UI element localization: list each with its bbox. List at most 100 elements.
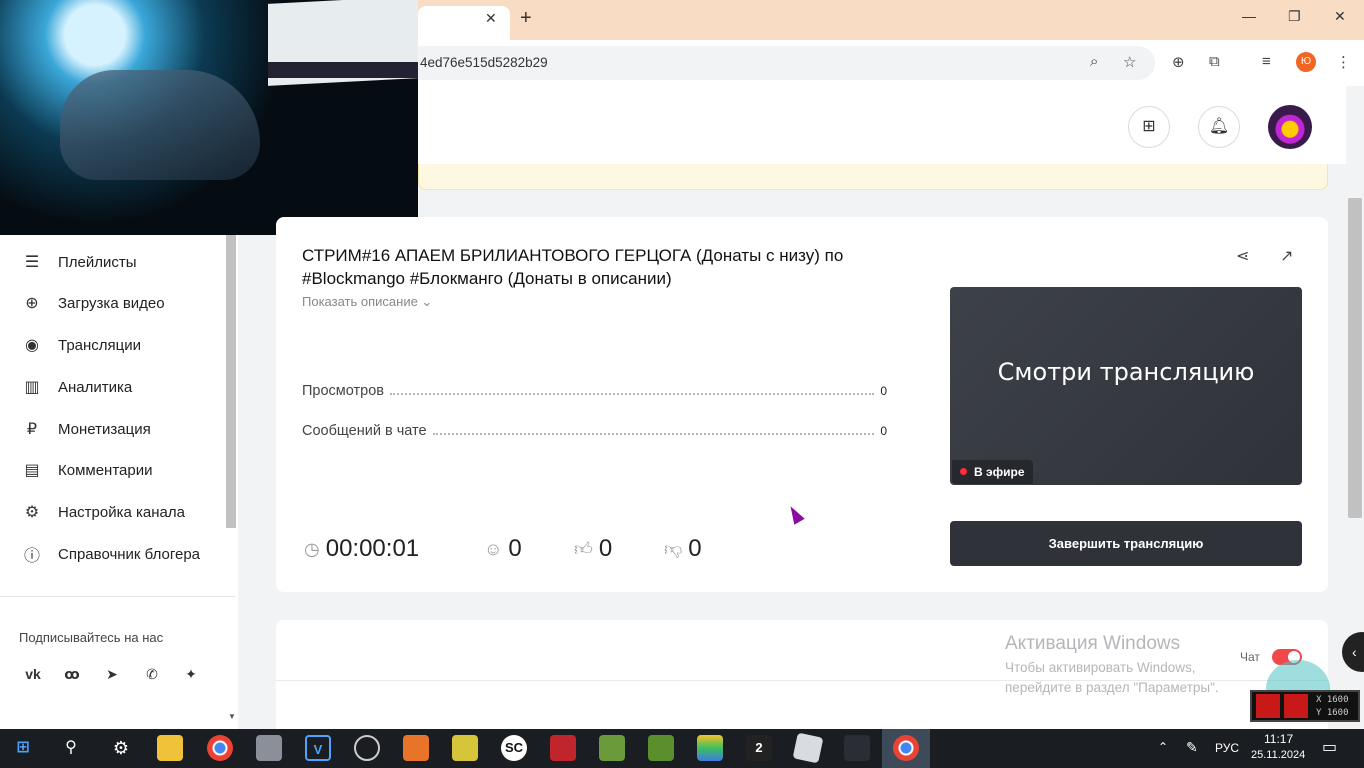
sidebar-item[interactable]: ▤ Комментарии bbox=[20, 458, 152, 482]
search-icon[interactable]: ⚲ bbox=[58, 735, 84, 761]
end-stream-button[interactable]: Завершить трансляцию bbox=[950, 521, 1302, 566]
extensions-icon[interactable]: ⧉ bbox=[1209, 53, 1220, 70]
thumbs-up-icon: 👍︎ bbox=[574, 539, 593, 559]
chat-toggle-label: Чат bbox=[1240, 650, 1260, 664]
coord-y: Y 1600 bbox=[1316, 708, 1349, 718]
chrome-icon[interactable] bbox=[207, 735, 233, 761]
minecraft-launcher-icon[interactable] bbox=[648, 735, 674, 761]
app-cube-icon[interactable] bbox=[550, 735, 576, 761]
list-icon: ☰ bbox=[24, 254, 40, 271]
webcam-hand bbox=[60, 70, 260, 180]
webcam-overlay bbox=[0, 0, 418, 235]
show-description-link[interactable]: Показать описание ⌄ bbox=[302, 294, 432, 310]
notifications-button[interactable]: 🔔︎ bbox=[1198, 106, 1240, 148]
viber-icon[interactable]: ✆ bbox=[143, 666, 161, 683]
sidebar-item-label: Справочник блогера bbox=[58, 545, 201, 563]
stat-value: 0 bbox=[880, 384, 887, 398]
zoom-icon[interactable]: ⌕ bbox=[1090, 53, 1098, 70]
translate-icon[interactable]: ⊕ bbox=[1172, 53, 1185, 71]
minecraft-icon[interactable] bbox=[599, 735, 625, 761]
sidebar-item[interactable]: ▥ Аналитика bbox=[20, 375, 132, 399]
restore-icon[interactable]: ❐ bbox=[1288, 8, 1301, 25]
settings-icon[interactable]: ⚙ bbox=[108, 735, 134, 761]
chevron-left-icon: ‹ bbox=[1352, 644, 1357, 660]
dislikes-value: 0 bbox=[688, 535, 702, 562]
bookmark-star-icon[interactable]: ☆ bbox=[1123, 53, 1136, 71]
chrome-active-icon[interactable] bbox=[893, 735, 919, 761]
clock-date[interactable]: 25.11.2024 bbox=[1251, 749, 1305, 761]
stat-label: Сообщений в чате bbox=[302, 423, 427, 439]
menu-kebab-icon[interactable]: ⋮ bbox=[1336, 53, 1351, 71]
overlay-logo-icon bbox=[1284, 694, 1308, 718]
sidebar-item[interactable]: ⓘ Справочник блогера bbox=[20, 542, 200, 566]
sidebar-item[interactable]: ⊕ Загрузка видео bbox=[20, 291, 165, 315]
window-close-icon[interactable]: ✕ bbox=[1334, 8, 1346, 25]
profile-icon[interactable]: Ю bbox=[1296, 52, 1316, 72]
comment-icon: ▤ bbox=[24, 462, 40, 479]
plus-square-icon: ⊞ bbox=[1142, 118, 1156, 135]
open-external-icon[interactable]: ↗ bbox=[1280, 246, 1293, 266]
sidebar-item[interactable]: ◉ Трансляции bbox=[20, 333, 141, 357]
start-icon[interactable]: ⊞ bbox=[10, 735, 36, 761]
zen-icon[interactable]: ✦ bbox=[182, 666, 200, 683]
stream-preview[interactable]: Смотри трансляцию bbox=[950, 287, 1302, 485]
thumbs-down-icon: 👎︎ bbox=[664, 539, 683, 559]
preview-text: Смотри трансляцию bbox=[997, 358, 1255, 386]
page-scrollbar[interactable] bbox=[1348, 198, 1362, 518]
user-icon: ☺ bbox=[484, 538, 503, 559]
sidebar-item-label: Загрузка видео bbox=[58, 294, 165, 312]
broadcast-icon: ◉ bbox=[25, 337, 39, 354]
tab-close-icon[interactable]: ✕ bbox=[485, 10, 497, 27]
odnoklassniki-icon[interactable]: ꝏ bbox=[63, 666, 81, 683]
app-v-icon[interactable]: V bbox=[305, 735, 331, 761]
clock-icon: ◷ bbox=[304, 538, 320, 559]
telegram-icon[interactable]: ➤ bbox=[103, 666, 121, 683]
tray-chevron-icon[interactable]: ⌃ bbox=[1158, 740, 1168, 754]
scroll-down-icon[interactable]: ▼ bbox=[228, 712, 236, 721]
clock-time[interactable]: 11:17 bbox=[1264, 732, 1293, 746]
ruble-icon: ₽ bbox=[26, 421, 38, 438]
language-indicator[interactable]: РУС bbox=[1215, 741, 1239, 755]
calculator-icon[interactable] bbox=[256, 735, 282, 761]
live-dot-icon bbox=[960, 468, 967, 475]
notifications-icon[interactable]: ▭ bbox=[1322, 737, 1337, 757]
likes-value: 0 bbox=[598, 535, 613, 562]
duration-metric: ◷ 00:00:01 bbox=[304, 535, 419, 563]
vk-icon[interactable]: vk bbox=[24, 666, 42, 682]
sidebar-item-label: Аналитика bbox=[58, 378, 133, 396]
stat-value: 0 bbox=[880, 424, 887, 438]
sidebar-item-label: Трансляции bbox=[58, 336, 142, 354]
sidebar-item[interactable]: ⚙ Настройка канала bbox=[20, 500, 185, 524]
share-icon[interactable]: ⋖ bbox=[1236, 246, 1249, 266]
geometry-dash-icon[interactable] bbox=[452, 735, 478, 761]
info-icon: ⓘ bbox=[23, 548, 40, 565]
app-sc-icon[interactable]: SC bbox=[501, 735, 527, 761]
likes-metric: 👍︎ 0 bbox=[574, 535, 612, 563]
sidebar-item[interactable]: ☰ Плейлисты bbox=[20, 250, 137, 274]
roblox-icon[interactable] bbox=[792, 732, 824, 764]
avatar[interactable] bbox=[1268, 105, 1312, 149]
app-2-icon[interactable]: 2 bbox=[746, 735, 772, 761]
obs-icon[interactable] bbox=[354, 735, 380, 761]
minimize-icon[interactable]: — bbox=[1242, 8, 1256, 24]
file-explorer-icon[interactable] bbox=[157, 735, 183, 761]
sidebar-item-label: Настройка канала bbox=[58, 503, 185, 521]
stream-title: СТРИМ#16 АПАЕМ БРИЛИАНТОВОГО ГЕРЦОГА (До… bbox=[302, 246, 844, 288]
stat-chat-messages: Сообщений в чате 0 bbox=[302, 423, 887, 443]
sidebar-scrollbar[interactable] bbox=[226, 235, 236, 528]
viewers-metric: ☺ 0 bbox=[484, 535, 522, 563]
sidebar-item[interactable]: ₽ Монетизация bbox=[20, 417, 151, 441]
sidebar-item-label: Комментарии bbox=[58, 461, 153, 479]
tray-pen-icon[interactable]: ✎ bbox=[1186, 739, 1198, 756]
bluestacks-icon[interactable] bbox=[697, 735, 723, 761]
create-button[interactable]: ⊞ bbox=[1128, 106, 1170, 148]
fl-studio-icon[interactable] bbox=[403, 735, 429, 761]
coord-x: X 1600 bbox=[1316, 695, 1349, 705]
windows-activation-subtitle: Чтобы активировать Windows, перейдите в … bbox=[1005, 660, 1219, 695]
app-dark-icon[interactable] bbox=[844, 735, 870, 761]
follow-label: Подписывайтесь на нас bbox=[19, 630, 164, 645]
url-text[interactable]: 4ed76e515d5282b29 bbox=[420, 55, 548, 70]
media-icon[interactable]: ≡ bbox=[1262, 53, 1271, 70]
stat-leader bbox=[390, 384, 875, 395]
new-tab-icon[interactable]: + bbox=[520, 7, 532, 30]
